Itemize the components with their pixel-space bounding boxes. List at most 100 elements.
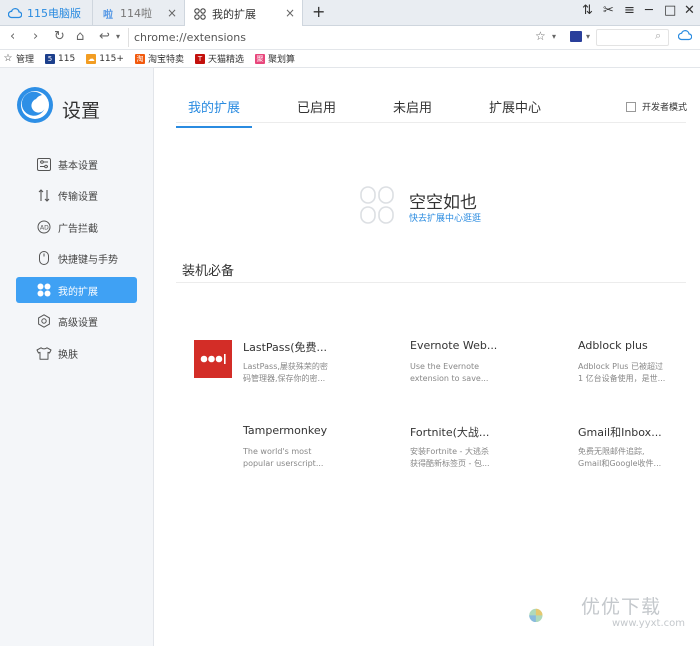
- gear-icon: [36, 313, 52, 329]
- bookmark-115[interactable]: 5 115: [45, 53, 76, 64]
- sidebar-item-label: 基本设置: [58, 160, 98, 172]
- mouse-icon: [36, 250, 52, 266]
- sidebar-item-advanced[interactable]: 高级设置: [16, 308, 137, 334]
- bookmark-115plus[interactable]: ☁ 115+: [86, 53, 124, 64]
- main-content: 我的扩展 已启用 未启用 扩展中心 开发者模式 空空如也 快去扩展中心逛逛 装机…: [155, 68, 700, 646]
- watermark-text: 优优下载: [581, 596, 662, 618]
- ad-block-icon: AD: [36, 219, 52, 235]
- bookmark-manage[interactable]: ☆ 管理: [3, 52, 35, 65]
- sidebar-item-shortcuts[interactable]: 快捷键与手势: [16, 245, 137, 271]
- settings-title: 设置: [62, 100, 101, 122]
- sidebar-item-label: 高级设置: [58, 317, 98, 329]
- sliders-icon: [36, 156, 52, 172]
- divider: [176, 122, 686, 123]
- lastpass-icon[interactable]: [194, 340, 232, 378]
- bookmark-label: 天猫精选: [207, 55, 244, 65]
- extension-card-lastpass[interactable]: LastPass(免费... LastPass,屡获殊荣的密 码管理器,保存你的密…: [243, 339, 393, 399]
- extensions-icon: [193, 7, 207, 21]
- bookmark-label: 115: [58, 53, 76, 64]
- developer-mode-toggle[interactable]: 开发者模式: [626, 100, 687, 113]
- extension-desc: The world's most popular userscript...: [243, 447, 324, 468]
- sidebar-item-basic[interactable]: 基本设置: [16, 151, 137, 177]
- bookmark-label: 淘宝特卖: [147, 55, 184, 65]
- bookmark-tmall[interactable]: T 天猫精选: [194, 52, 244, 65]
- home-icon[interactable]: ⌂: [76, 29, 84, 44]
- tab-label: 115电脑版: [27, 7, 81, 20]
- svg-text:AD: AD: [40, 225, 49, 232]
- close-window-button[interactable]: ✕: [684, 3, 695, 18]
- bookmark-dropdown-icon[interactable]: ▾: [552, 32, 556, 41]
- search-engine-icon[interactable]: [570, 31, 582, 42]
- sidebar-item-label: 传输设置: [58, 191, 98, 203]
- undo-dropdown-icon[interactable]: ▾: [116, 32, 120, 41]
- cloud-icon: ☁: [86, 53, 97, 64]
- sidebar-item-label: 快捷键与手势: [58, 254, 118, 266]
- watermark-logo-icon: [529, 608, 543, 623]
- sidebar-item-label: 我的扩展: [58, 286, 98, 298]
- address-input[interactable]: chrome://extensions: [128, 28, 558, 47]
- developer-mode-label: 开发者模式: [642, 103, 688, 113]
- close-tab-icon[interactable]: ×: [285, 6, 295, 20]
- undo-close-icon[interactable]: ↩: [99, 29, 110, 44]
- watermark-url: www.yyxt.com: [612, 618, 686, 629]
- search-icon[interactable]: ⌕: [655, 29, 661, 43]
- extension-card-tampermonkey[interactable]: Tampermonkey The world's most popular use…: [243, 424, 393, 484]
- new-tab-button[interactable]: +: [312, 2, 325, 21]
- search-engine-dropdown-icon[interactable]: ▾: [586, 32, 590, 41]
- developer-mode-checkbox[interactable]: [626, 101, 636, 112]
- tab-extension-center[interactable]: 扩展中心: [477, 97, 553, 122]
- extension-name: Adblock plus: [578, 339, 648, 352]
- extension-desc: Adblock Plus 已被超过 1 亿台设备使用，是世...: [578, 362, 666, 383]
- bookmark-star-icon[interactable]: ☆: [535, 29, 546, 43]
- extension-card-gmail[interactable]: Gmail和Inbox... 免费无限邮件追踪, Gmail和Google收件..…: [578, 424, 700, 484]
- tab-enabled[interactable]: 已启用: [285, 97, 348, 122]
- star-icon: ☆: [3, 53, 13, 64]
- extension-name: Evernote Web...: [410, 339, 498, 352]
- extension-desc: 安装Fortnite - 大逃杀 获得酷新标签页 - 包...: [410, 447, 490, 468]
- bookmark-label: 聚划算: [267, 55, 295, 65]
- extension-card-adblock[interactable]: Adblock plus Adblock Plus 已被超过 1 亿台设备使用，是…: [578, 339, 700, 399]
- minimize-button[interactable]: ─: [645, 3, 653, 18]
- close-tab-icon[interactable]: ×: [167, 6, 177, 20]
- extension-name: Fortnite(大战...: [410, 426, 490, 439]
- tab-strip: 115电脑版 啦 114啦 × 我的扩展 × + ⇅ ✂ ≡ ─ □ ✕: [0, 0, 700, 27]
- recommended-section-title: 装机必备: [182, 264, 235, 279]
- bookmark-juhuasuan[interactable]: 聚 聚划算: [254, 52, 295, 65]
- extension-card-evernote[interactable]: Evernote Web... Use the Evernote extensio…: [410, 339, 560, 399]
- extension-tabs: 我的扩展 已启用 未启用 扩展中心: [176, 97, 586, 128]
- tmall-icon: T: [194, 53, 205, 64]
- go-extension-center-link[interactable]: 快去扩展中心逛逛: [409, 211, 481, 224]
- sidebar-item-extensions[interactable]: 我的扩展: [16, 277, 137, 303]
- divider: [176, 282, 686, 283]
- extension-card-fortnite[interactable]: Fortnite(大战... 安装Fortnite - 大逃杀 获得酷新标签页 -…: [410, 424, 560, 484]
- reload-icon[interactable]: ↻: [54, 29, 65, 44]
- tab-label: 114啦: [120, 7, 152, 20]
- sidebar-item-adblock[interactable]: AD 广告拦截: [16, 214, 137, 240]
- transfer-icon: [36, 187, 52, 203]
- back-icon[interactable]: ‹: [10, 29, 15, 44]
- bookmark-taobao[interactable]: 淘 淘宝特卖: [134, 52, 184, 65]
- extension-name: LastPass(免费...: [243, 341, 328, 354]
- tab-115[interactable]: 115电脑版: [0, 0, 93, 26]
- bookmark-label: 115+: [99, 53, 124, 64]
- menu-icon[interactable]: ≡: [624, 3, 635, 18]
- sort-icon[interactable]: ⇅: [582, 3, 593, 18]
- tab-label: 我的扩展: [212, 7, 256, 21]
- sidebar-item-transfer[interactable]: 传输设置: [16, 182, 137, 208]
- cloud-sync-icon[interactable]: [677, 29, 693, 44]
- sidebar-item-label: 广告拦截: [58, 223, 98, 235]
- forward-icon[interactable]: ›: [33, 29, 38, 44]
- shirt-icon: [36, 345, 52, 361]
- maximize-button[interactable]: □: [664, 3, 676, 18]
- tab-my-extensions[interactable]: 我的扩展: [176, 97, 253, 128]
- tab-extensions[interactable]: 我的扩展 ×: [185, 0, 303, 27]
- extension-name: Tampermonkey: [243, 424, 328, 437]
- extension-desc: 免费无限邮件追踪, Gmail和Google收件...: [578, 447, 662, 468]
- extension-name: Gmail和Inbox...: [578, 426, 662, 439]
- bookmarks-bar: ☆ 管理 5 115 ☁ 115+ 淘 淘宝特卖 T 天猫精选 聚 聚划算: [0, 50, 700, 68]
- scissors-icon[interactable]: ✂: [603, 3, 614, 18]
- tab-disabled[interactable]: 未启用: [381, 97, 444, 122]
- tab-114[interactable]: 啦 114啦 ×: [93, 0, 185, 26]
- extensions-icon: [36, 282, 52, 298]
- sidebar-item-skin[interactable]: 换肤: [16, 340, 137, 366]
